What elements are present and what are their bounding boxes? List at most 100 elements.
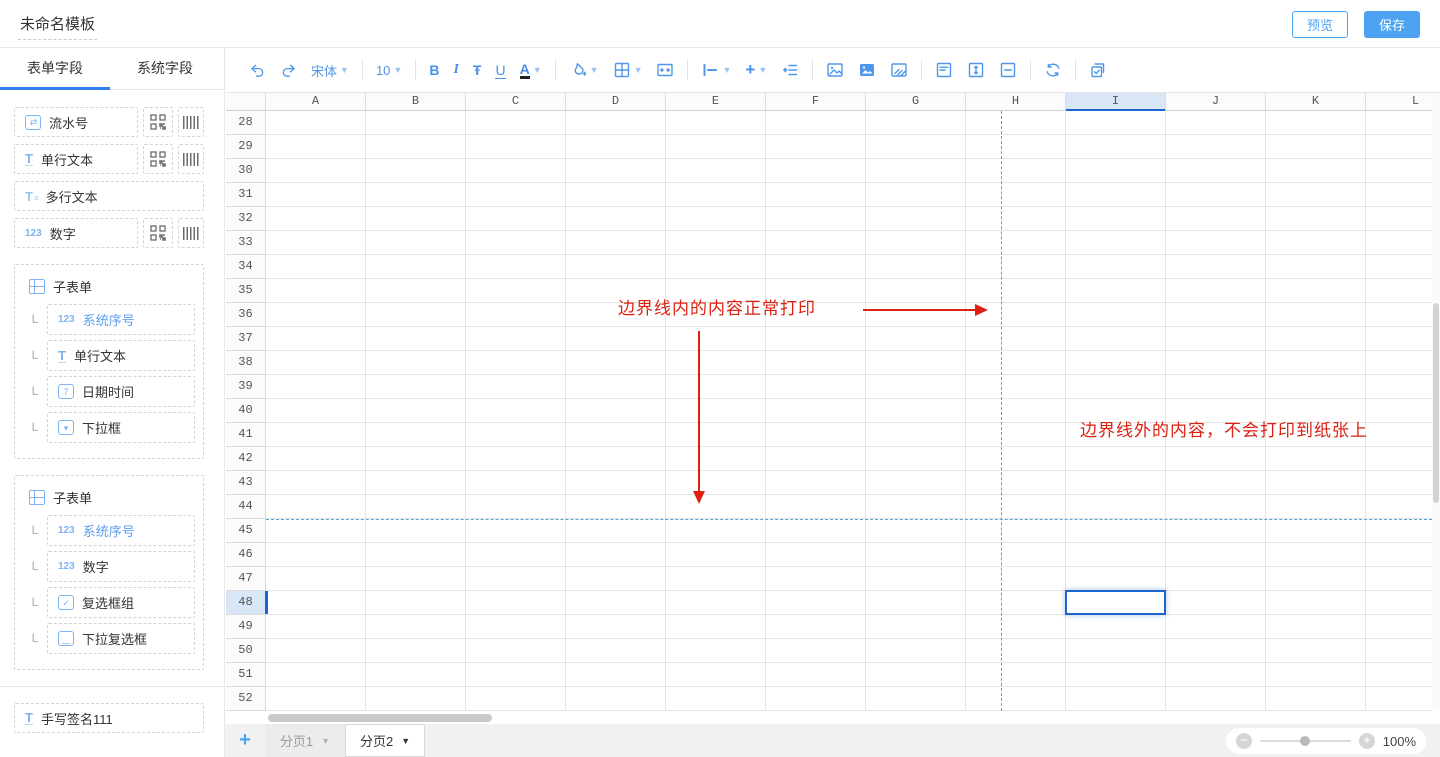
signature-field-item[interactable]: T手写签名111	[14, 703, 204, 733]
row-header-29[interactable]: 29	[226, 135, 265, 159]
row-header-42[interactable]: 42	[226, 447, 265, 471]
column-header-K[interactable]: K	[1266, 93, 1366, 110]
row-header-38[interactable]: 38	[226, 351, 265, 375]
subform-child-item[interactable]: ‿下拉复选框	[47, 623, 195, 654]
column-header-I[interactable]: I	[1066, 93, 1166, 110]
subform-child-item[interactable]: 123数字	[47, 551, 195, 582]
page-tab-2[interactable]: 分页2▼	[345, 724, 425, 757]
align-middle-box-button[interactable]	[992, 57, 1024, 83]
row-header-37[interactable]: 37	[226, 327, 265, 351]
field-item[interactable]: T单行文本	[14, 144, 138, 174]
column-header-B[interactable]: B	[366, 93, 466, 110]
row-header-47[interactable]: 47	[226, 567, 265, 591]
row-header-30[interactable]: 30	[226, 159, 265, 183]
vertical-scrollbar[interactable]	[1432, 93, 1440, 711]
row-header-28[interactable]: 28	[226, 111, 265, 135]
template-title[interactable]: 未命名模板	[18, 13, 97, 40]
underline-button[interactable]: U	[488, 58, 512, 83]
spreadsheet-grid[interactable]: ABCDEFGHIJKL 282930313233343536373839404…	[226, 93, 1432, 711]
field-qr-button[interactable]	[143, 218, 173, 248]
field-barcode-button[interactable]	[178, 107, 204, 137]
italic-button[interactable]: I	[446, 58, 465, 82]
field-item[interactable]: 123数字	[14, 218, 138, 248]
row-header-32[interactable]: 32	[226, 207, 265, 231]
column-header-H[interactable]: H	[966, 93, 1066, 110]
sidebar-tab-system-fields[interactable]: 系统字段	[110, 48, 220, 89]
subform-group[interactable]: 子表单L123系统序号L123数字L✓复选框组L‿下拉复选框	[14, 475, 204, 670]
merge-cells-button[interactable]	[649, 57, 681, 83]
zoom-out-button[interactable]: −	[1236, 733, 1252, 749]
font-color-button[interactable]: A▼	[513, 58, 549, 83]
column-header-C[interactable]: C	[466, 93, 566, 110]
horizontal-scrollbar[interactable]	[226, 711, 1432, 724]
insert-image-filled-button[interactable]	[851, 57, 883, 83]
field-barcode-button[interactable]	[178, 218, 204, 248]
row-header-43[interactable]: 43	[226, 471, 265, 495]
insert-button[interactable]: +▼	[738, 58, 774, 82]
row-header-40[interactable]: 40	[226, 399, 265, 423]
subform-child-item[interactable]: ▾下拉框	[47, 412, 195, 443]
row-header-36[interactable]: 36	[226, 303, 265, 327]
grid-corner[interactable]	[226, 93, 266, 111]
row-header-44[interactable]: 44	[226, 495, 265, 519]
row-header-31[interactable]: 31	[226, 183, 265, 207]
add-page-button[interactable]: +	[225, 724, 265, 757]
page-tab-1[interactable]: 分页1▼	[265, 724, 345, 757]
zoom-slider[interactable]	[1260, 740, 1351, 742]
font-family-select[interactable]: 宋体▼	[304, 57, 356, 84]
column-header-L[interactable]: L	[1366, 93, 1432, 110]
preview-button[interactable]: 预览	[1292, 11, 1348, 38]
column-header-G[interactable]: G	[866, 93, 966, 110]
undo-button[interactable]	[242, 58, 273, 83]
strikethrough-button[interactable]: Ŧ	[466, 58, 489, 82]
row-header-49[interactable]: 49	[226, 615, 265, 639]
column-header-A[interactable]: A	[266, 93, 366, 110]
field-qr-button[interactable]	[143, 107, 173, 137]
field-qr-button[interactable]	[143, 144, 173, 174]
field-barcode-button[interactable]	[178, 144, 204, 174]
subform-group[interactable]: 子表单L123系统序号LT单行文本L7日期时间L▾下拉框	[14, 264, 204, 459]
row-header-48[interactable]: 48	[226, 591, 265, 615]
caret-down-icon[interactable]: ▼	[321, 736, 330, 746]
row-header-46[interactable]: 46	[226, 543, 265, 567]
insert-image-button[interactable]	[819, 57, 851, 83]
zoom-slider-handle[interactable]	[1300, 736, 1310, 746]
selected-cell[interactable]	[1065, 590, 1166, 615]
save-button[interactable]: 保存	[1364, 11, 1420, 38]
row-header-50[interactable]: 50	[226, 639, 265, 663]
column-header-E[interactable]: E	[666, 93, 766, 110]
row-header-51[interactable]: 51	[226, 663, 265, 687]
field-item[interactable]: ⇄流水号	[14, 107, 138, 137]
field-item[interactable]: T=多行文本	[14, 181, 204, 211]
row-header-33[interactable]: 33	[226, 231, 265, 255]
fill-color-button[interactable]: ▼	[562, 57, 606, 83]
column-header-J[interactable]: J	[1166, 93, 1266, 110]
horizontal-scrollbar-thumb[interactable]	[268, 714, 492, 722]
row-header-52[interactable]: 52	[226, 687, 265, 711]
column-header-D[interactable]: D	[566, 93, 666, 110]
indent-button[interactable]	[774, 57, 806, 83]
zoom-in-button[interactable]: +	[1359, 733, 1375, 749]
subform-child-item[interactable]: T单行文本	[47, 340, 195, 371]
sidebar-tab-form-fields[interactable]: 表单字段	[0, 48, 110, 89]
row-header-39[interactable]: 39	[226, 375, 265, 399]
align-button[interactable]: ▼	[694, 57, 738, 83]
watermark-image-button[interactable]	[883, 57, 915, 83]
row-header-45[interactable]: 45	[226, 519, 265, 543]
caret-down-icon[interactable]: ▼	[401, 736, 410, 746]
vertical-scrollbar-thumb[interactable]	[1433, 303, 1439, 503]
subform-child-item[interactable]: 123系统序号	[47, 304, 195, 335]
row-header-35[interactable]: 35	[226, 279, 265, 303]
column-header-F[interactable]: F	[766, 93, 866, 110]
borders-button[interactable]: ▼	[606, 57, 650, 83]
align-top-box-button[interactable]	[928, 57, 960, 83]
subform-child-item[interactable]: ✓复选框组	[47, 587, 195, 618]
cells-area[interactable]	[266, 111, 1432, 711]
subform-child-item[interactable]: 7日期时间	[47, 376, 195, 407]
bold-button[interactable]: B	[422, 58, 446, 82]
font-size-select[interactable]: 10▼	[369, 59, 409, 82]
redo-button[interactable]	[273, 58, 304, 83]
copy-check-button[interactable]	[1082, 57, 1114, 83]
refresh-button[interactable]	[1037, 57, 1069, 83]
row-header-41[interactable]: 41	[226, 423, 265, 447]
